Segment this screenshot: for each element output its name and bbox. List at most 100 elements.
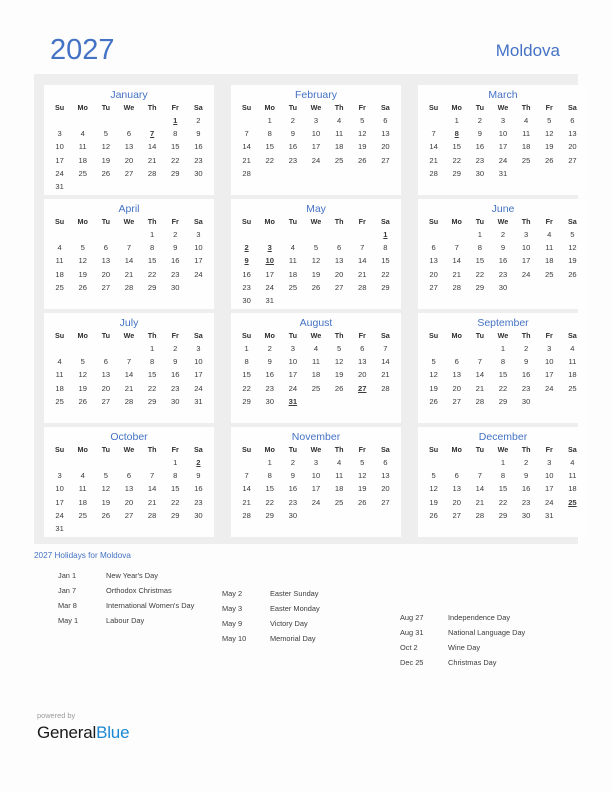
day-cell[interactable]: 18	[561, 368, 584, 381]
day-cell[interactable]: 26	[304, 281, 327, 294]
day-cell[interactable]: 21	[445, 268, 468, 281]
day-cell[interactable]: 5	[351, 114, 374, 127]
day-cell[interactable]: 16	[164, 368, 187, 381]
day-cell[interactable]: 29	[445, 167, 468, 180]
day-cell[interactable]: 18	[304, 368, 327, 381]
day-cell[interactable]: 26	[94, 167, 117, 180]
day-cell[interactable]: 5	[304, 241, 327, 254]
day-cell[interactable]: 18	[561, 482, 584, 495]
day-cell[interactable]: 11	[281, 254, 304, 267]
day-cell[interactable]: 9	[187, 127, 210, 140]
day-cell[interactable]: 14	[117, 254, 140, 267]
day-cell[interactable]: 3	[515, 228, 538, 241]
day-cell[interactable]: 2	[164, 342, 187, 355]
day-cell[interactable]: 24	[491, 154, 514, 167]
day-cell[interactable]: 26	[71, 281, 94, 294]
day-cell-holiday[interactable]: 2	[235, 241, 258, 254]
day-cell[interactable]: 20	[351, 368, 374, 381]
day-cell[interactable]: 15	[235, 368, 258, 381]
day-cell[interactable]: 8	[258, 127, 281, 140]
day-cell[interactable]: 28	[141, 509, 164, 522]
day-cell[interactable]: 6	[445, 355, 468, 368]
day-cell[interactable]: 19	[328, 368, 351, 381]
day-cell[interactable]: 6	[374, 456, 397, 469]
day-cell[interactable]: 22	[141, 382, 164, 395]
day-cell[interactable]: 16	[164, 254, 187, 267]
day-cell[interactable]: 11	[328, 127, 351, 140]
day-cell[interactable]: 11	[71, 140, 94, 153]
day-cell[interactable]: 23	[468, 154, 491, 167]
day-cell[interactable]: 20	[374, 140, 397, 153]
day-cell[interactable]: 2	[491, 228, 514, 241]
day-cell[interactable]: 16	[515, 368, 538, 381]
day-cell[interactable]: 9	[468, 127, 491, 140]
day-cell[interactable]: 5	[94, 127, 117, 140]
day-cell[interactable]: 13	[117, 482, 140, 495]
day-cell[interactable]: 10	[281, 355, 304, 368]
day-cell[interactable]: 22	[374, 268, 397, 281]
day-cell[interactable]: 6	[561, 114, 584, 127]
day-cell[interactable]: 5	[351, 456, 374, 469]
day-cell[interactable]: 27	[561, 154, 584, 167]
day-cell[interactable]: 11	[48, 254, 71, 267]
day-cell[interactable]: 4	[48, 241, 71, 254]
day-cell[interactable]: 20	[117, 496, 140, 509]
day-cell[interactable]: 7	[351, 241, 374, 254]
day-cell[interactable]: 30	[515, 395, 538, 408]
day-cell[interactable]: 31	[538, 509, 561, 522]
day-cell[interactable]: 5	[422, 355, 445, 368]
day-cell[interactable]: 21	[117, 268, 140, 281]
day-cell[interactable]: 22	[141, 268, 164, 281]
day-cell[interactable]: 22	[491, 382, 514, 395]
day-cell-holiday[interactable]: 10	[258, 254, 281, 267]
day-cell[interactable]: 30	[187, 509, 210, 522]
day-cell[interactable]: 8	[374, 241, 397, 254]
day-cell[interactable]: 12	[351, 469, 374, 482]
day-cell[interactable]: 27	[328, 281, 351, 294]
day-cell[interactable]: 22	[235, 382, 258, 395]
day-cell[interactable]: 29	[491, 395, 514, 408]
day-cell[interactable]: 10	[304, 469, 327, 482]
day-cell[interactable]: 13	[374, 127, 397, 140]
day-cell[interactable]: 20	[445, 496, 468, 509]
day-cell[interactable]: 28	[468, 395, 491, 408]
day-cell[interactable]: 19	[538, 140, 561, 153]
day-cell[interactable]: 17	[187, 254, 210, 267]
day-cell[interactable]: 4	[328, 114, 351, 127]
day-cell[interactable]: 16	[468, 140, 491, 153]
day-cell[interactable]: 10	[538, 469, 561, 482]
day-cell[interactable]: 23	[281, 154, 304, 167]
day-cell[interactable]: 7	[117, 241, 140, 254]
day-cell[interactable]: 25	[48, 281, 71, 294]
day-cell[interactable]: 11	[71, 482, 94, 495]
day-cell[interactable]: 18	[281, 268, 304, 281]
day-cell[interactable]: 9	[187, 469, 210, 482]
day-cell[interactable]: 21	[468, 496, 491, 509]
day-cell[interactable]: 6	[422, 241, 445, 254]
day-cell[interactable]: 11	[304, 355, 327, 368]
day-cell[interactable]: 29	[235, 395, 258, 408]
day-cell[interactable]: 17	[187, 368, 210, 381]
day-cell[interactable]: 13	[328, 254, 351, 267]
day-cell[interactable]: 19	[304, 268, 327, 281]
day-cell[interactable]: 19	[94, 154, 117, 167]
day-cell[interactable]: 3	[538, 456, 561, 469]
day-cell[interactable]: 20	[374, 482, 397, 495]
day-cell[interactable]: 2	[515, 342, 538, 355]
day-cell[interactable]: 16	[235, 268, 258, 281]
day-cell[interactable]: 28	[468, 509, 491, 522]
day-cell[interactable]: 6	[117, 127, 140, 140]
day-cell[interactable]: 15	[141, 368, 164, 381]
day-cell[interactable]: 31	[258, 295, 281, 308]
day-cell[interactable]: 9	[258, 355, 281, 368]
day-cell[interactable]: 8	[235, 355, 258, 368]
day-cell[interactable]: 18	[48, 382, 71, 395]
day-cell[interactable]: 19	[71, 382, 94, 395]
day-cell[interactable]: 6	[445, 469, 468, 482]
day-cell[interactable]: 30	[281, 509, 304, 522]
day-cell[interactable]: 13	[374, 469, 397, 482]
day-cell[interactable]: 4	[561, 342, 584, 355]
day-cell[interactable]: 26	[94, 509, 117, 522]
day-cell[interactable]: 16	[187, 482, 210, 495]
day-cell[interactable]: 17	[258, 268, 281, 281]
